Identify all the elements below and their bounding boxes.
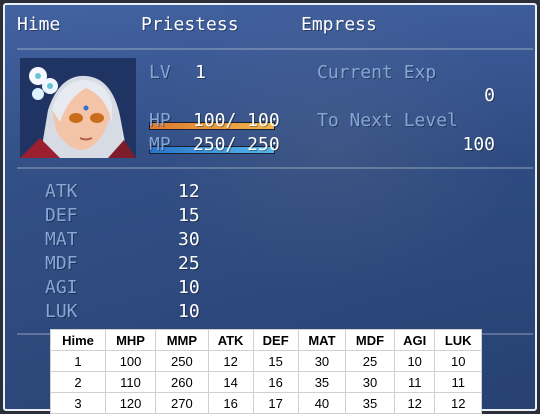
- table-header-cell: ATK: [207, 329, 254, 351]
- table-cell: 17: [252, 392, 299, 414]
- actor-class: Priestess: [141, 14, 239, 35]
- table-row: 1 100 250 12 15 30 25 10 10: [50, 350, 482, 372]
- param-label-atk: ATK: [45, 181, 78, 202]
- exp-label: Current Exp: [317, 62, 437, 83]
- actor-nickname: Empress: [301, 14, 377, 35]
- actor-face-portrait: [20, 58, 136, 158]
- table-cell: 12: [207, 350, 254, 372]
- table-cell: 15: [252, 350, 299, 372]
- table-header-row: Hime MHP MMP ATK DEF MAT MDF AGI LUK: [50, 329, 482, 351]
- table-cell: 10: [434, 350, 482, 372]
- level-value: 1: [195, 62, 206, 83]
- table-header-cell: AGI: [393, 329, 436, 351]
- table-header-cell: MDF: [345, 329, 395, 351]
- actor-name: Hime: [17, 14, 61, 35]
- table-cell: 35: [297, 371, 347, 393]
- table-header-cell: Hime: [50, 329, 106, 351]
- table-cell: 120: [104, 392, 157, 414]
- stat-growth-table: Hime MHP MMP ATK DEF MAT MDF AGI LUK 1 1…: [50, 329, 482, 414]
- param-value-agi: 10: [178, 277, 200, 298]
- table-cell: 100: [104, 350, 157, 372]
- param-label-def: DEF: [45, 205, 78, 226]
- table-row: 3 120 270 16 17 40 35 12 12: [50, 392, 482, 414]
- portrait-illustration: [20, 58, 136, 158]
- table-cell: 35: [345, 392, 395, 414]
- table-cell: 110: [104, 371, 157, 393]
- table-cell: 14: [207, 371, 254, 393]
- hp-value: 100/ 100: [193, 110, 280, 131]
- param-value-mat: 30: [178, 229, 200, 250]
- table-cell: 11: [393, 371, 436, 393]
- table-header-cell: DEF: [252, 329, 299, 351]
- table-cell: 30: [345, 371, 395, 393]
- next-level-label: To Next Level: [317, 110, 458, 131]
- exp-value: 0: [484, 85, 495, 106]
- param-label-luk: LUK: [45, 301, 78, 322]
- table-header-cell: LUK: [434, 329, 482, 351]
- table-cell: 250: [155, 350, 209, 372]
- table-header-cell: MHP: [104, 329, 157, 351]
- table-cell: 10: [393, 350, 436, 372]
- table-header-cell: MMP: [155, 329, 209, 351]
- table-cell: 11: [434, 371, 482, 393]
- mp-value: 250/ 250: [193, 134, 280, 155]
- table-cell: 12: [393, 392, 436, 414]
- mp-label: MP: [149, 134, 171, 155]
- hp-label: HP: [149, 110, 171, 131]
- table-cell: 260: [155, 371, 209, 393]
- param-value-luk: 10: [178, 301, 200, 322]
- table-cell: 3: [50, 392, 106, 414]
- table-cell: 40: [297, 392, 347, 414]
- table-cell: 30: [297, 350, 347, 372]
- param-label-mat: MAT: [45, 229, 78, 250]
- level-label: LV: [149, 62, 171, 83]
- next-level-value: 100: [462, 134, 495, 155]
- param-label-agi: AGI: [45, 277, 78, 298]
- table-header-cell: MAT: [297, 329, 347, 351]
- divider-middle: [17, 167, 533, 169]
- table-cell: 16: [252, 371, 299, 393]
- param-value-def: 15: [178, 205, 200, 226]
- table-cell: 2: [50, 371, 106, 393]
- param-value-atk: 12: [178, 181, 200, 202]
- param-label-mdf: MDF: [45, 253, 78, 274]
- table-cell: 25: [345, 350, 395, 372]
- table-cell: 12: [434, 392, 482, 414]
- divider-top: [17, 48, 533, 50]
- table-row: 2 110 260 14 16 35 30 11 11: [50, 371, 482, 393]
- table-cell: 270: [155, 392, 209, 414]
- param-value-mdf: 25: [178, 253, 200, 274]
- table-cell: 16: [207, 392, 254, 414]
- table-cell: 1: [50, 350, 106, 372]
